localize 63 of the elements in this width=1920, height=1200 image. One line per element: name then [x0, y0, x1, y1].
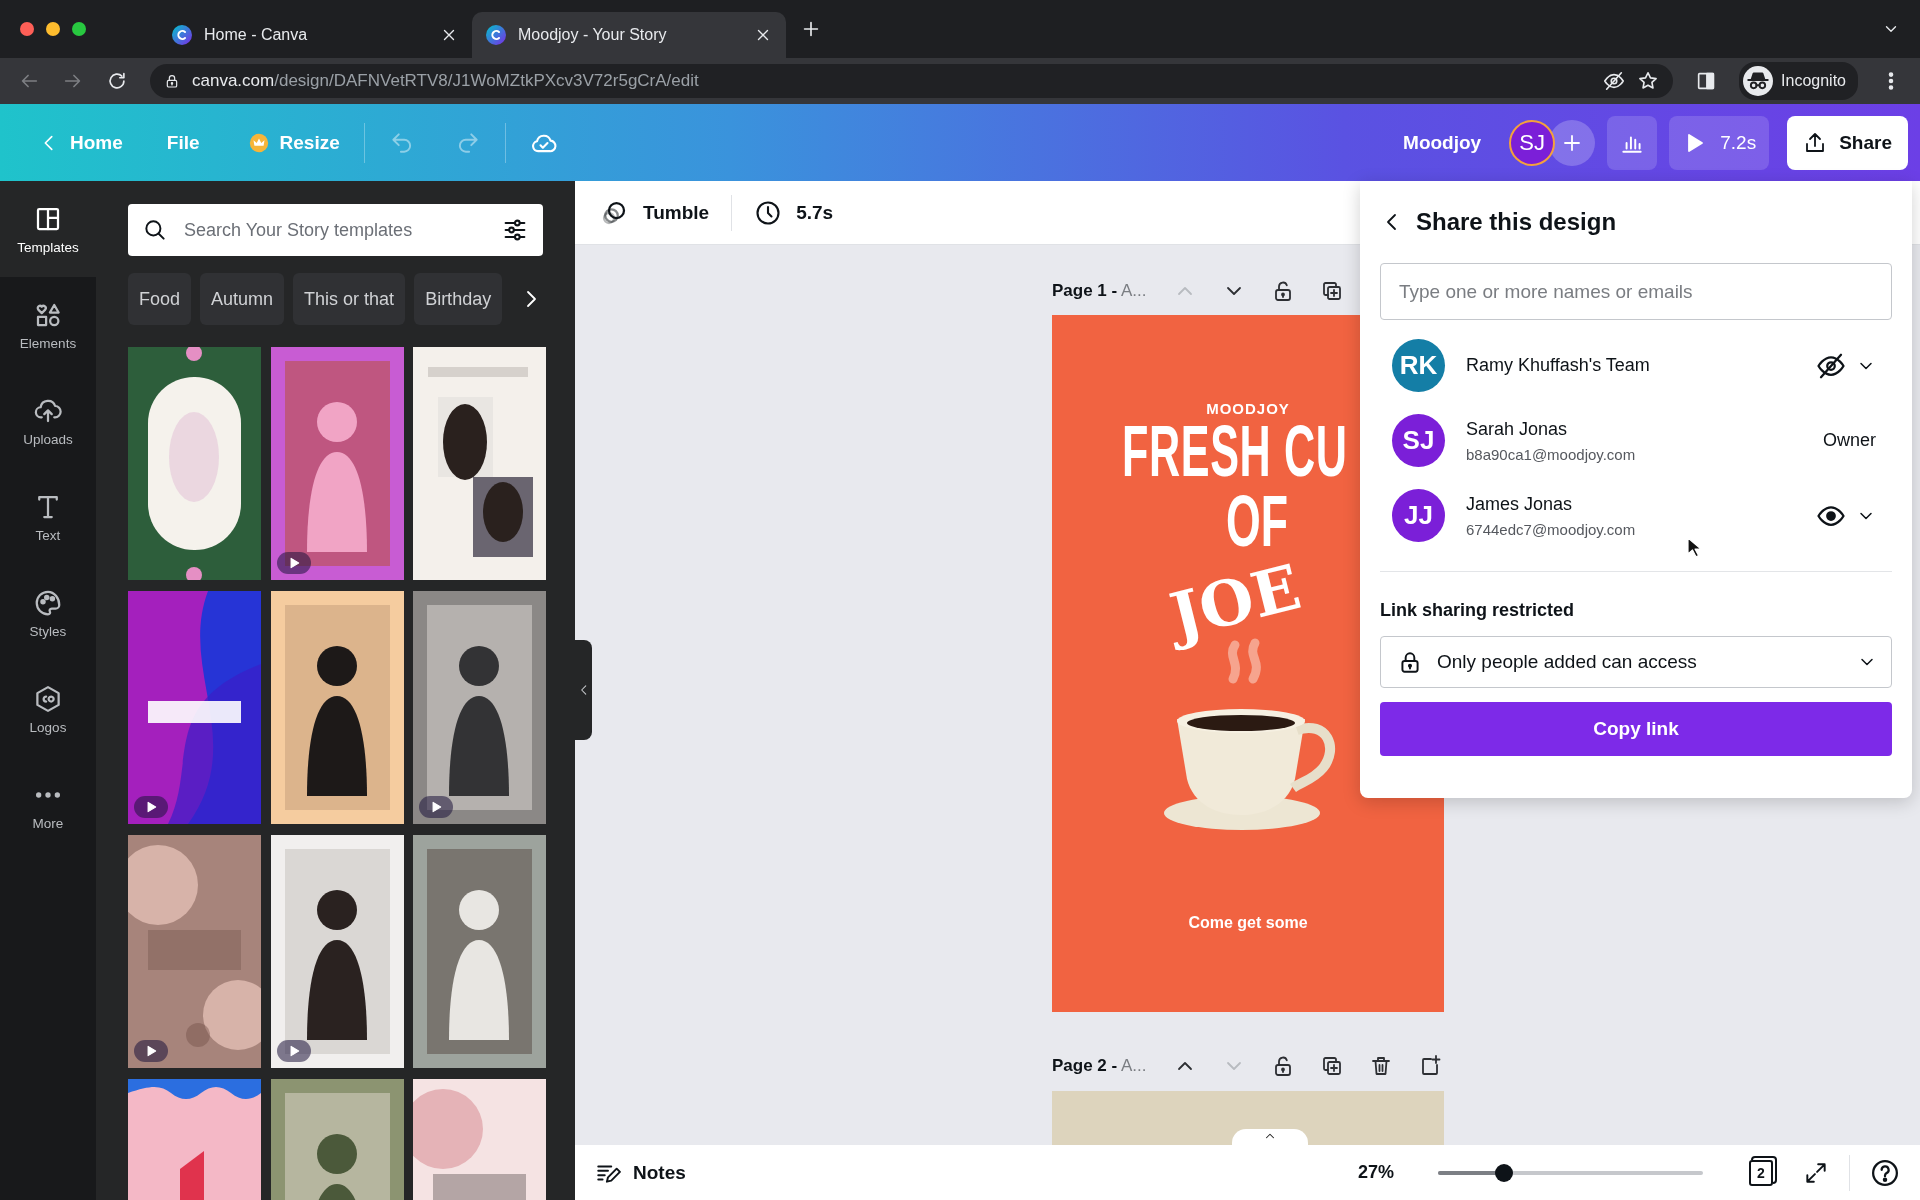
profile-button[interactable]: Incognito: [1739, 62, 1858, 100]
eye-off-icon[interactable]: [1603, 70, 1626, 92]
site-icon: [486, 25, 506, 45]
sidebar-item[interactable]: Elements: [0, 277, 96, 373]
member-avatar: JJ: [1392, 489, 1445, 542]
play-icon: [144, 800, 158, 814]
sidebar-item[interactable]: More: [0, 757, 96, 853]
zoom-slider[interactable]: [1438, 1163, 1703, 1182]
filter-chip[interactable]: Food: [128, 273, 192, 325]
search-bar[interactable]: Search Your Story templates: [128, 204, 543, 256]
more-icon: [33, 790, 63, 799]
people-input-field[interactable]: Type one or more names or emails: [1380, 263, 1892, 320]
design-name[interactable]: Moodjoy: [1403, 131, 1482, 154]
close-window-button[interactable]: [20, 22, 34, 36]
browser-tab[interactable]: Home - Canva: [158, 12, 472, 58]
member-name: James Jonas: [1466, 493, 1574, 515]
address-bar[interactable]: canva.com/design/DAFNVetRTV8/J1WoMZtkPXcv3V72r5gCrA/edit: [150, 64, 1674, 98]
site-icon: [172, 25, 192, 45]
panel-title: Share this design: [1416, 208, 1617, 236]
play-icon: [429, 800, 443, 814]
copy-link-button[interactable]: Copy link: [1380, 702, 1892, 756]
member-role: Owner: [1823, 430, 1876, 451]
url-text: canva.com/design/DAFNVetRTV8/J1WoMZtkPXcv3V72r5gCrA/edit: [192, 71, 700, 91]
filter-chip[interactable]: Birthday: [414, 273, 503, 325]
slider-thumb[interactable]: [1495, 1163, 1514, 1182]
filter-chip[interactable]: This or that: [293, 273, 406, 325]
filter-chip[interactable]: Autumn: [200, 273, 285, 325]
collapse-panel-button[interactable]: [575, 640, 592, 740]
minimize-window-button[interactable]: [46, 22, 60, 36]
reload-icon[interactable]: [106, 70, 128, 92]
member-email: 6744edc7@moodjoy.com: [1466, 520, 1637, 538]
incognito-icon: [1743, 66, 1774, 96]
search-icon: [142, 217, 168, 243]
share-button[interactable]: Share: [1787, 115, 1908, 170]
sidebar-item[interactable]: Uploads: [0, 373, 96, 469]
user-avatar[interactable]: SJ: [1509, 119, 1556, 166]
help-button[interactable]: [1870, 1157, 1900, 1188]
maximize-window-button[interactable]: [72, 22, 86, 36]
browser-tab[interactable]: Moodjoy - Your Story: [472, 12, 786, 58]
help-icon: [1870, 1157, 1900, 1188]
present-button[interactable]: 7.2s: [1669, 115, 1770, 170]
sidebar-item[interactable]: Templates: [0, 181, 96, 277]
member-name: Sarah Jonas: [1466, 418, 1569, 440]
sidebar-item[interactable]: Logos: [0, 661, 96, 757]
lock-icon: [164, 73, 180, 89]
link-access-dropdown[interactable]: Only people added can access: [1380, 636, 1892, 688]
zoom-percentage[interactable]: 27%: [1358, 1162, 1418, 1183]
insights-button[interactable]: [1607, 115, 1658, 170]
play-icon: [144, 1044, 158, 1058]
page-title: Page 2 - A...: [1052, 1056, 1148, 1076]
hexagon-icon: [33, 683, 63, 714]
sidebar-item[interactable]: Styles: [0, 565, 96, 661]
member-name: Ramy Khuffash's Team: [1466, 355, 1651, 376]
sidebar-item[interactable]: Text: [0, 469, 96, 565]
animation-button[interactable]: Tumble: [595, 190, 714, 235]
bookmark-star-icon[interactable]: [1637, 70, 1660, 92]
notes-button[interactable]: Notes: [595, 1159, 686, 1186]
duration-button[interactable]: 5.7s: [750, 190, 838, 235]
crown-icon: [247, 131, 270, 154]
page-title: Page 1 - A...: [1052, 281, 1148, 301]
member-email: b8a90ca1@moodjoy.com: [1466, 445, 1637, 463]
member-avatar: RK: [1392, 339, 1445, 392]
member-avatar: SJ: [1392, 414, 1445, 467]
